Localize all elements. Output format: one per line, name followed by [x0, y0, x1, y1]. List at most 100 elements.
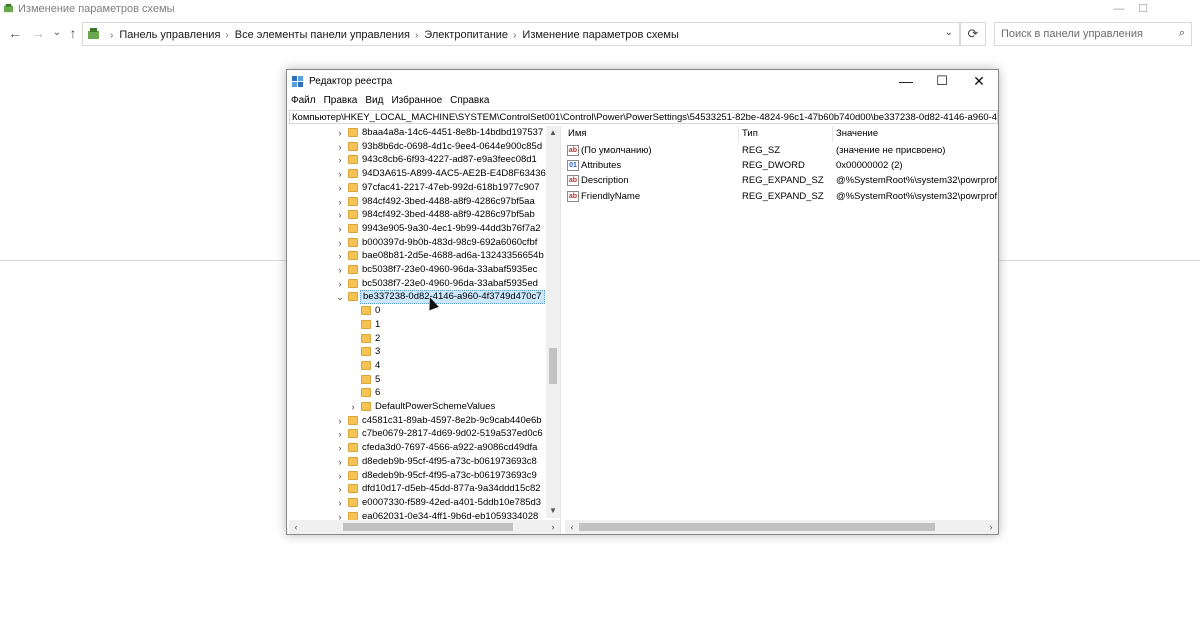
tree-item[interactable]: › 94D3A615-A899-4AC5-AE2B-E4D8F634367F: [289, 167, 557, 181]
tree-item[interactable]: › c4581c31-89ab-4597-8e2b-9c9cab440e6b: [289, 414, 547, 428]
tree-item[interactable]: › bc5038f7-23e0-4960-96da-33abaf5935ec: [289, 263, 547, 277]
tree-item-label[interactable]: 9943e905-9a30-4ec1-9b99-44dd3b76f7a2: [360, 222, 543, 236]
scroll-up-icon[interactable]: ▲: [546, 126, 560, 140]
tree-item[interactable]: › 97cfac41-2217-47eb-992d-618b1977c907: [289, 181, 547, 195]
tree-item[interactable]: › 9943e905-9a30-4ec1-9b99-44dd3b76f7a2: [289, 222, 547, 236]
breadcrumb-edit-plan-settings[interactable]: Изменение параметров схемы: [522, 29, 678, 41]
tree-item-label[interactable]: 984cf492-3bed-4488-a8f9-4286c97bf5aa: [360, 195, 537, 209]
tree-item-label[interactable]: c4581c31-89ab-4597-8e2b-9c9cab440e6b: [360, 414, 544, 428]
values-horizontal-scrollbar[interactable]: ‹ ›: [565, 520, 998, 534]
tree-item[interactable]: › 984cf492-3bed-4488-a8f9-4286c97bf5ab: [289, 208, 547, 222]
tree-item-label[interactable]: b000397d-9b0b-483d-98c9-692a6060cfbf: [360, 236, 539, 250]
expand-arrow-icon[interactable]: ›: [335, 427, 345, 441]
scroll-right-icon[interactable]: ›: [984, 520, 998, 534]
scroll-down-icon[interactable]: ▼: [546, 504, 560, 518]
expand-arrow-icon[interactable]: ›: [335, 140, 345, 154]
tree-item-label[interactable]: e0007330-f589-42ed-a401-5ddb10e785d3: [360, 496, 543, 510]
scroll-left-icon[interactable]: ‹: [289, 520, 303, 534]
tree-item-label[interactable]: bc5038f7-23e0-4960-96da-33abaf5935ed: [360, 277, 540, 291]
tree-item-label[interactable]: 984cf492-3bed-4488-a8f9-4286c97bf5ab: [360, 208, 537, 222]
breadcrumb-all-items[interactable]: Все элементы панели управления: [235, 29, 410, 41]
tree-item-label[interactable]: cfeda3d0-7697-4566-a922-a9086cd49dfa: [360, 441, 539, 455]
scroll-thumb[interactable]: [549, 348, 557, 384]
value-row[interactable]: ab (По умолчанию) REG_SZ (значение не присв…: [565, 143, 998, 158]
tree-item[interactable]: › bae08b81-2d5e-4688-ad6a-13243356654b: [289, 249, 547, 263]
tree-item[interactable]: › bc5038f7-23e0-4960-96da-33abaf5935ed: [289, 277, 547, 291]
tree-horizontal-scrollbar[interactable]: ‹ ›: [289, 520, 560, 534]
back-button[interactable]: ←: [6, 24, 24, 42]
value-row[interactable]: ab FriendlyName REG_EXPAND_SZ @%SystemRoot%…: [565, 189, 998, 204]
up-button[interactable]: ↑: [64, 24, 82, 42]
tree-item[interactable]: › 984cf492-3bed-4488-a8f9-4286c97bf5aa: [289, 195, 547, 209]
tree-item[interactable]: › d8edeb9b-95cf-4f95-a73c-b061973693c9: [289, 469, 547, 483]
expand-arrow-icon[interactable]: ›: [335, 441, 345, 455]
breadcrumb-separator[interactable]: ›: [225, 30, 228, 41]
close-button[interactable]: ✕: [961, 70, 997, 92]
tree-item[interactable]: › c7be0679-2817-4d69-9d02-519a537ed0c6: [289, 427, 547, 441]
tree-item[interactable]: 5: [289, 373, 547, 387]
tree-item[interactable]: › 93b8b6dc-0698-4d1c-9ee4-0644e900c85d: [289, 140, 547, 154]
expand-arrow-icon[interactable]: ›: [335, 249, 345, 263]
registry-path[interactable]: Компьютер\HKEY_LOCAL_MACHINE\SYSTEM\Cont…: [292, 112, 997, 123]
expand-arrow-icon[interactable]: ›: [335, 277, 345, 291]
tree-item[interactable]: 1: [289, 318, 547, 332]
expand-arrow-icon[interactable]: ›: [335, 469, 345, 483]
tree-item[interactable]: 4: [289, 359, 547, 373]
forward-button[interactable]: →: [29, 24, 47, 42]
address-bar[interactable]: › Панель управления › Все элементы панел…: [82, 22, 960, 46]
tree-item[interactable]: › DefaultPowerSchemeValues: [289, 400, 547, 414]
menu-favorites[interactable]: Избранное: [391, 94, 442, 110]
scroll-left-icon[interactable]: ‹: [565, 520, 579, 534]
breadcrumb-control-panel[interactable]: Панель управления: [119, 29, 220, 41]
search-icon[interactable]: ⌕: [1179, 27, 1185, 40]
scroll-right-icon[interactable]: ›: [546, 520, 560, 534]
expand-arrow-icon[interactable]: ›: [335, 496, 345, 510]
tree-item-label[interactable]: 5: [373, 373, 382, 387]
tree-item-label[interactable]: 0: [373, 304, 382, 318]
registry-address-bar[interactable]: Компьютер\HKEY_LOCAL_MACHINE\SYSTEM\Cont…: [289, 110, 998, 124]
search-box[interactable]: ⌕: [994, 22, 1192, 46]
tree-item[interactable]: 2: [289, 332, 547, 346]
tree-item-label[interactable]: 4: [373, 359, 382, 373]
tree-item-label[interactable]: bae08b81-2d5e-4688-ad6a-13243356654b: [360, 249, 546, 263]
expand-arrow-icon[interactable]: ›: [348, 400, 358, 414]
tree-item-label[interactable]: 97cfac41-2217-47eb-992d-618b1977c907: [360, 181, 541, 195]
menu-edit[interactable]: Правка: [324, 94, 358, 110]
registry-editor-titlebar[interactable]: Редактор реестра — ☐ ✕: [287, 70, 998, 94]
column-header-type[interactable]: Тип: [739, 126, 833, 142]
menu-view[interactable]: Вид: [365, 94, 383, 110]
tree-item-label[interactable]: 3: [373, 345, 382, 359]
tree-item-label[interactable]: 943c8cb6-6f93-4227-ad87-e9a3feec08d1: [360, 153, 539, 167]
expand-arrow-icon[interactable]: ›: [335, 181, 345, 195]
menu-help[interactable]: Справка: [450, 94, 489, 110]
collapse-arrow-icon[interactable]: ⌄: [335, 290, 345, 304]
tree-item[interactable]: › 8baa4a8a-14c6-4451-8e8b-14bdbd197537: [289, 126, 547, 140]
tree-item[interactable]: › dfd10d17-d5eb-45dd-877a-9a34ddd15c82: [289, 482, 547, 496]
menu-file[interactable]: Файл: [291, 94, 316, 110]
tree-item-label[interactable]: 93b8b6dc-0698-4d1c-9ee4-0644e900c85d: [360, 140, 544, 154]
scroll-thumb[interactable]: [343, 523, 513, 531]
refresh-button[interactable]: ⟳: [960, 22, 986, 46]
tree-item[interactable]: 3: [289, 345, 547, 359]
value-row[interactable]: ab Description REG_EXPAND_SZ @%SystemRoot%\…: [565, 173, 998, 188]
tree-item-label[interactable]: 1: [373, 318, 382, 332]
scroll-thumb[interactable]: [579, 523, 935, 531]
search-input[interactable]: [995, 23, 1171, 45]
expand-arrow-icon[interactable]: ›: [335, 167, 345, 181]
expand-arrow-icon[interactable]: ›: [335, 126, 345, 140]
tree-item-label[interactable]: d8edeb9b-95cf-4f95-a73c-b061973693c9: [360, 469, 539, 483]
expand-arrow-icon[interactable]: ›: [335, 195, 345, 209]
tree-item-label[interactable]: DefaultPowerSchemeValues: [373, 400, 497, 414]
tree-item[interactable]: › b000397d-9b0b-483d-98c9-692a6060cfbf: [289, 236, 547, 250]
address-dropdown-icon[interactable]: ⌄: [945, 27, 953, 38]
expand-arrow-icon[interactable]: ›: [335, 263, 345, 277]
tree-item-label[interactable]: 8baa4a8a-14c6-4451-8e8b-14bdbd197537: [360, 126, 545, 140]
expand-arrow-icon[interactable]: ›: [335, 482, 345, 496]
tree-item[interactable]: 6: [289, 386, 547, 400]
breadcrumb-power-options[interactable]: Электропитание: [424, 29, 508, 41]
tree-item-label[interactable]: 94D3A615-A899-4AC5-AE2B-E4D8F634367F: [360, 167, 559, 181]
column-header-name[interactable]: Имя: [565, 126, 739, 142]
tree-item-label[interactable]: 6: [373, 386, 382, 400]
maximize-button[interactable]: ☐: [924, 70, 960, 92]
expand-arrow-icon[interactable]: ›: [335, 153, 345, 167]
